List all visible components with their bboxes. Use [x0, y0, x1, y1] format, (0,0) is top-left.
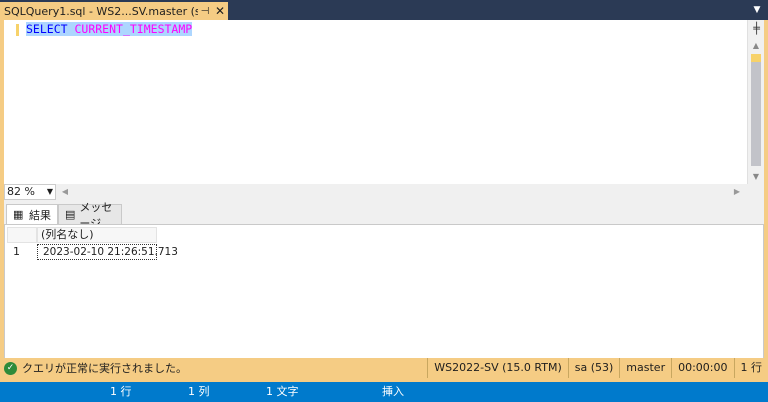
scroll-change-mark	[751, 54, 761, 62]
status-database: master	[619, 358, 671, 378]
messages-icon: ▤	[65, 208, 76, 221]
scroll-up-icon[interactable]: ▲	[748, 39, 764, 53]
application-status-bar: 1 行 1 列 1 文字 挿入	[0, 382, 768, 402]
tab-title: SQLQuery1.sql - WS2...SV.master (sa (53)…	[4, 4, 198, 18]
grid-cell[interactable]: 2023-02-10 21:26:51.713	[37, 244, 178, 260]
grid-icon: ▦	[13, 208, 24, 221]
sql-function: CURRENT_TIMESTAMP	[74, 22, 193, 36]
grid-corner[interactable]	[7, 227, 37, 243]
status-message: ✓ クエリが正常に実行されました。	[4, 360, 187, 376]
code-line-1[interactable]: SELECT CURRENT_TIMESTAMP	[26, 22, 193, 37]
tab-messages[interactable]: ▤ メッセージ	[58, 201, 122, 230]
pin-icon[interactable]: ⊣	[198, 6, 212, 17]
split-editor-icon[interactable]: ╪	[750, 22, 763, 35]
cursor-char: 1 文字	[266, 385, 299, 398]
query-editor[interactable]: SELECT CURRENT_TIMESTAMP ╪ ▲ ▼	[4, 20, 764, 184]
status-fields: WS2022-SV (15.0 RTM) sa (53) master 00:0…	[427, 358, 768, 378]
scroll-thumb[interactable]	[751, 56, 761, 166]
scroll-right-icon[interactable]: ▶	[730, 184, 744, 200]
status-server: WS2022-SV (15.0 RTM)	[427, 358, 567, 378]
editor-vertical-scrollbar[interactable]: ╪ ▲ ▼	[747, 20, 764, 184]
cursor-line: 1 行	[110, 385, 132, 398]
editor-horizontal-bar: 82 % ▼ ◀ ▶	[4, 184, 764, 200]
status-elapsed: 00:00:00	[671, 358, 733, 378]
tab-results[interactable]: ▦ 結果	[6, 204, 58, 224]
scroll-down-icon[interactable]: ▼	[748, 170, 764, 184]
column-header[interactable]: (列名なし)	[37, 227, 157, 243]
tab-list-dropdown-icon[interactable]: ▼	[752, 4, 762, 16]
chevron-down-icon: ▼	[46, 187, 53, 196]
editor-gutter	[4, 20, 16, 184]
check-circle-icon: ✓	[4, 361, 17, 375]
row-number[interactable]: 1	[7, 243, 37, 261]
query-document-tab[interactable]: SQLQuery1.sql - WS2...SV.master (sa (53)…	[0, 2, 228, 20]
insert-mode: 挿入	[382, 385, 404, 398]
editor-frame: SELECT CURRENT_TIMESTAMP ╪ ▲ ▼ 82 % ▼ ◀ …	[0, 20, 768, 382]
zoom-select[interactable]: 82 % ▼	[4, 184, 56, 200]
close-icon[interactable]: ✕	[212, 4, 228, 18]
status-rows: 1 行	[733, 358, 768, 378]
status-user: sa (53)	[567, 358, 620, 378]
zoom-value: 82 %	[7, 185, 35, 198]
change-marker	[16, 24, 19, 36]
status-message-text: クエリが正常に実行されました。	[22, 362, 187, 375]
results-grid-area[interactable]: (列名なし) 1 2023-02-10 21:26:51.713	[4, 224, 764, 378]
results-pane: ▦ 結果 ▤ メッセージ (列名なし) 1 2023-02-10 21:26:5…	[4, 200, 764, 378]
query-status-bar: ✓ クエリが正常に実行されました。 WS2022-SV (15.0 RTM) s…	[0, 358, 768, 378]
results-tabs: ▦ 結果 ▤ メッセージ	[4, 201, 764, 230]
scroll-left-icon[interactable]: ◀	[58, 184, 72, 200]
cursor-column: 1 列	[188, 385, 210, 398]
document-tab-strip: SQLQuery1.sql - WS2...SV.master (sa (53)…	[0, 0, 768, 20]
sql-keyword: SELECT	[26, 22, 68, 36]
tab-results-label: 結果	[29, 208, 51, 222]
